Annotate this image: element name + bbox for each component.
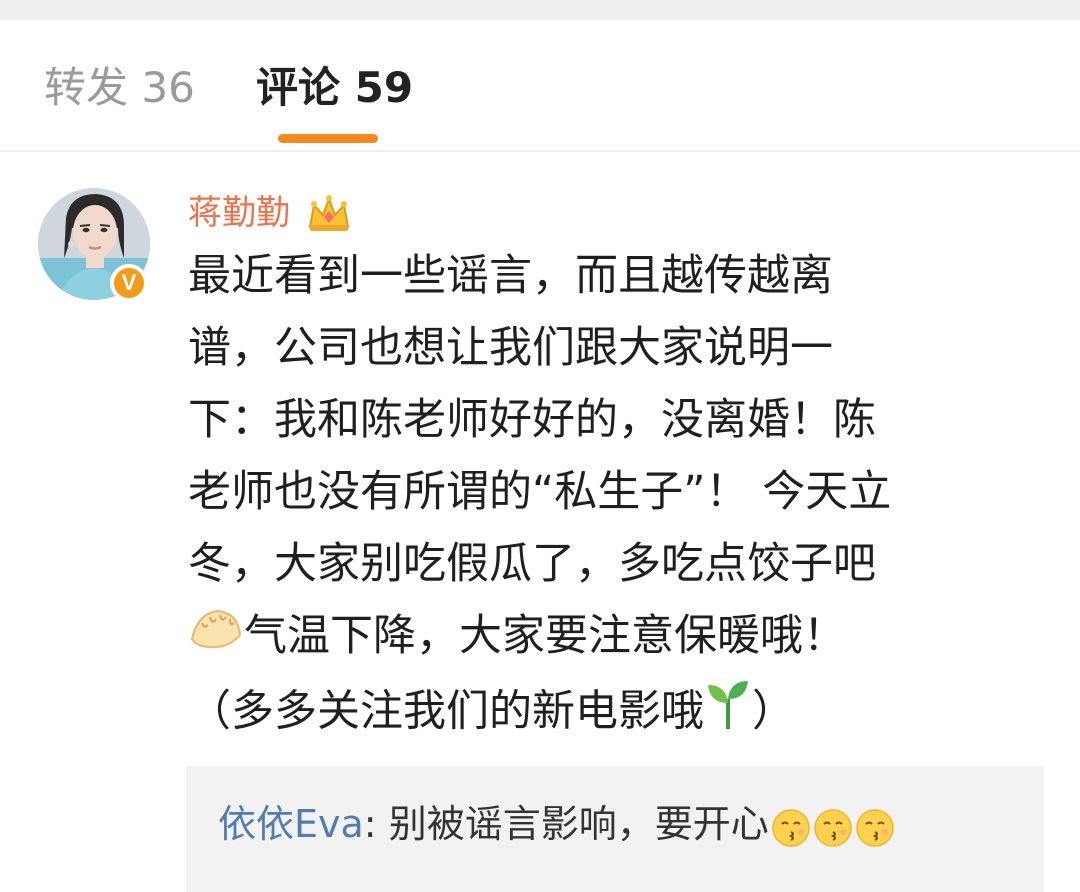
comment-item: V 蒋勤勤 最近看到一些谣言，而且越传越离 谱，公司也想让我们跟大家说明一 下：… [0, 152, 1080, 892]
active-tab-indicator [278, 134, 378, 143]
tab-bar: 转发 36 评论 59 [0, 20, 1080, 152]
comment-line-2: 谱，公司也想让我们跟大家说明一 [188, 323, 833, 373]
username-row: 蒋勤勤 [188, 188, 353, 238]
reply-author-link[interactable]: 依依Eva [218, 802, 364, 846]
comment-line-4: 老师也没有所谓的“私生子”！ 今天立 [188, 467, 892, 517]
crown-icon [305, 193, 353, 233]
reply-preview[interactable]: 依依Eva: 别被谣言影响，要开心 [186, 766, 1044, 892]
username-link[interactable]: 蒋勤勤 [188, 193, 290, 233]
sprout-icon [704, 675, 752, 753]
reply-text: 别被谣言影响，要开心 [388, 802, 769, 846]
kiss-face-icon [813, 807, 853, 847]
tab-reposts[interactable]: 转发 36 [44, 60, 195, 116]
tab-comments[interactable]: 评论 59 [256, 60, 413, 116]
comment-line-7: （多多关注我们的新电影哦 [188, 686, 704, 736]
reply-separator: : [363, 802, 389, 846]
comment-line-6: 气温下降，大家要注意保暖哦！ [244, 611, 846, 661]
comment-line-5: 冬，大家别吃假瓜了，多吃点饺子吧 [188, 539, 876, 589]
kiss-face-icon [771, 807, 811, 847]
comment-body: 最近看到一些谣言，而且越传越离 谱，公司也想让我们跟大家说明一 下：我和陈老师好… [188, 240, 1018, 753]
reply-line: 依依Eva: 别被谣言影响，要开心 [218, 796, 895, 852]
top-divider-strip [0, 0, 1080, 20]
kiss-face-icon [855, 807, 895, 847]
verified-badge-icon: V [110, 264, 148, 302]
avatar[interactable]: V [38, 188, 150, 302]
dumpling-icon [188, 603, 244, 675]
comment-line-1: 最近看到一些谣言，而且越传越离 [188, 251, 833, 301]
comment-line-8: ） [752, 686, 795, 736]
comment-line-3: 下：我和陈老师好好的，没离婚！陈 [188, 395, 876, 445]
